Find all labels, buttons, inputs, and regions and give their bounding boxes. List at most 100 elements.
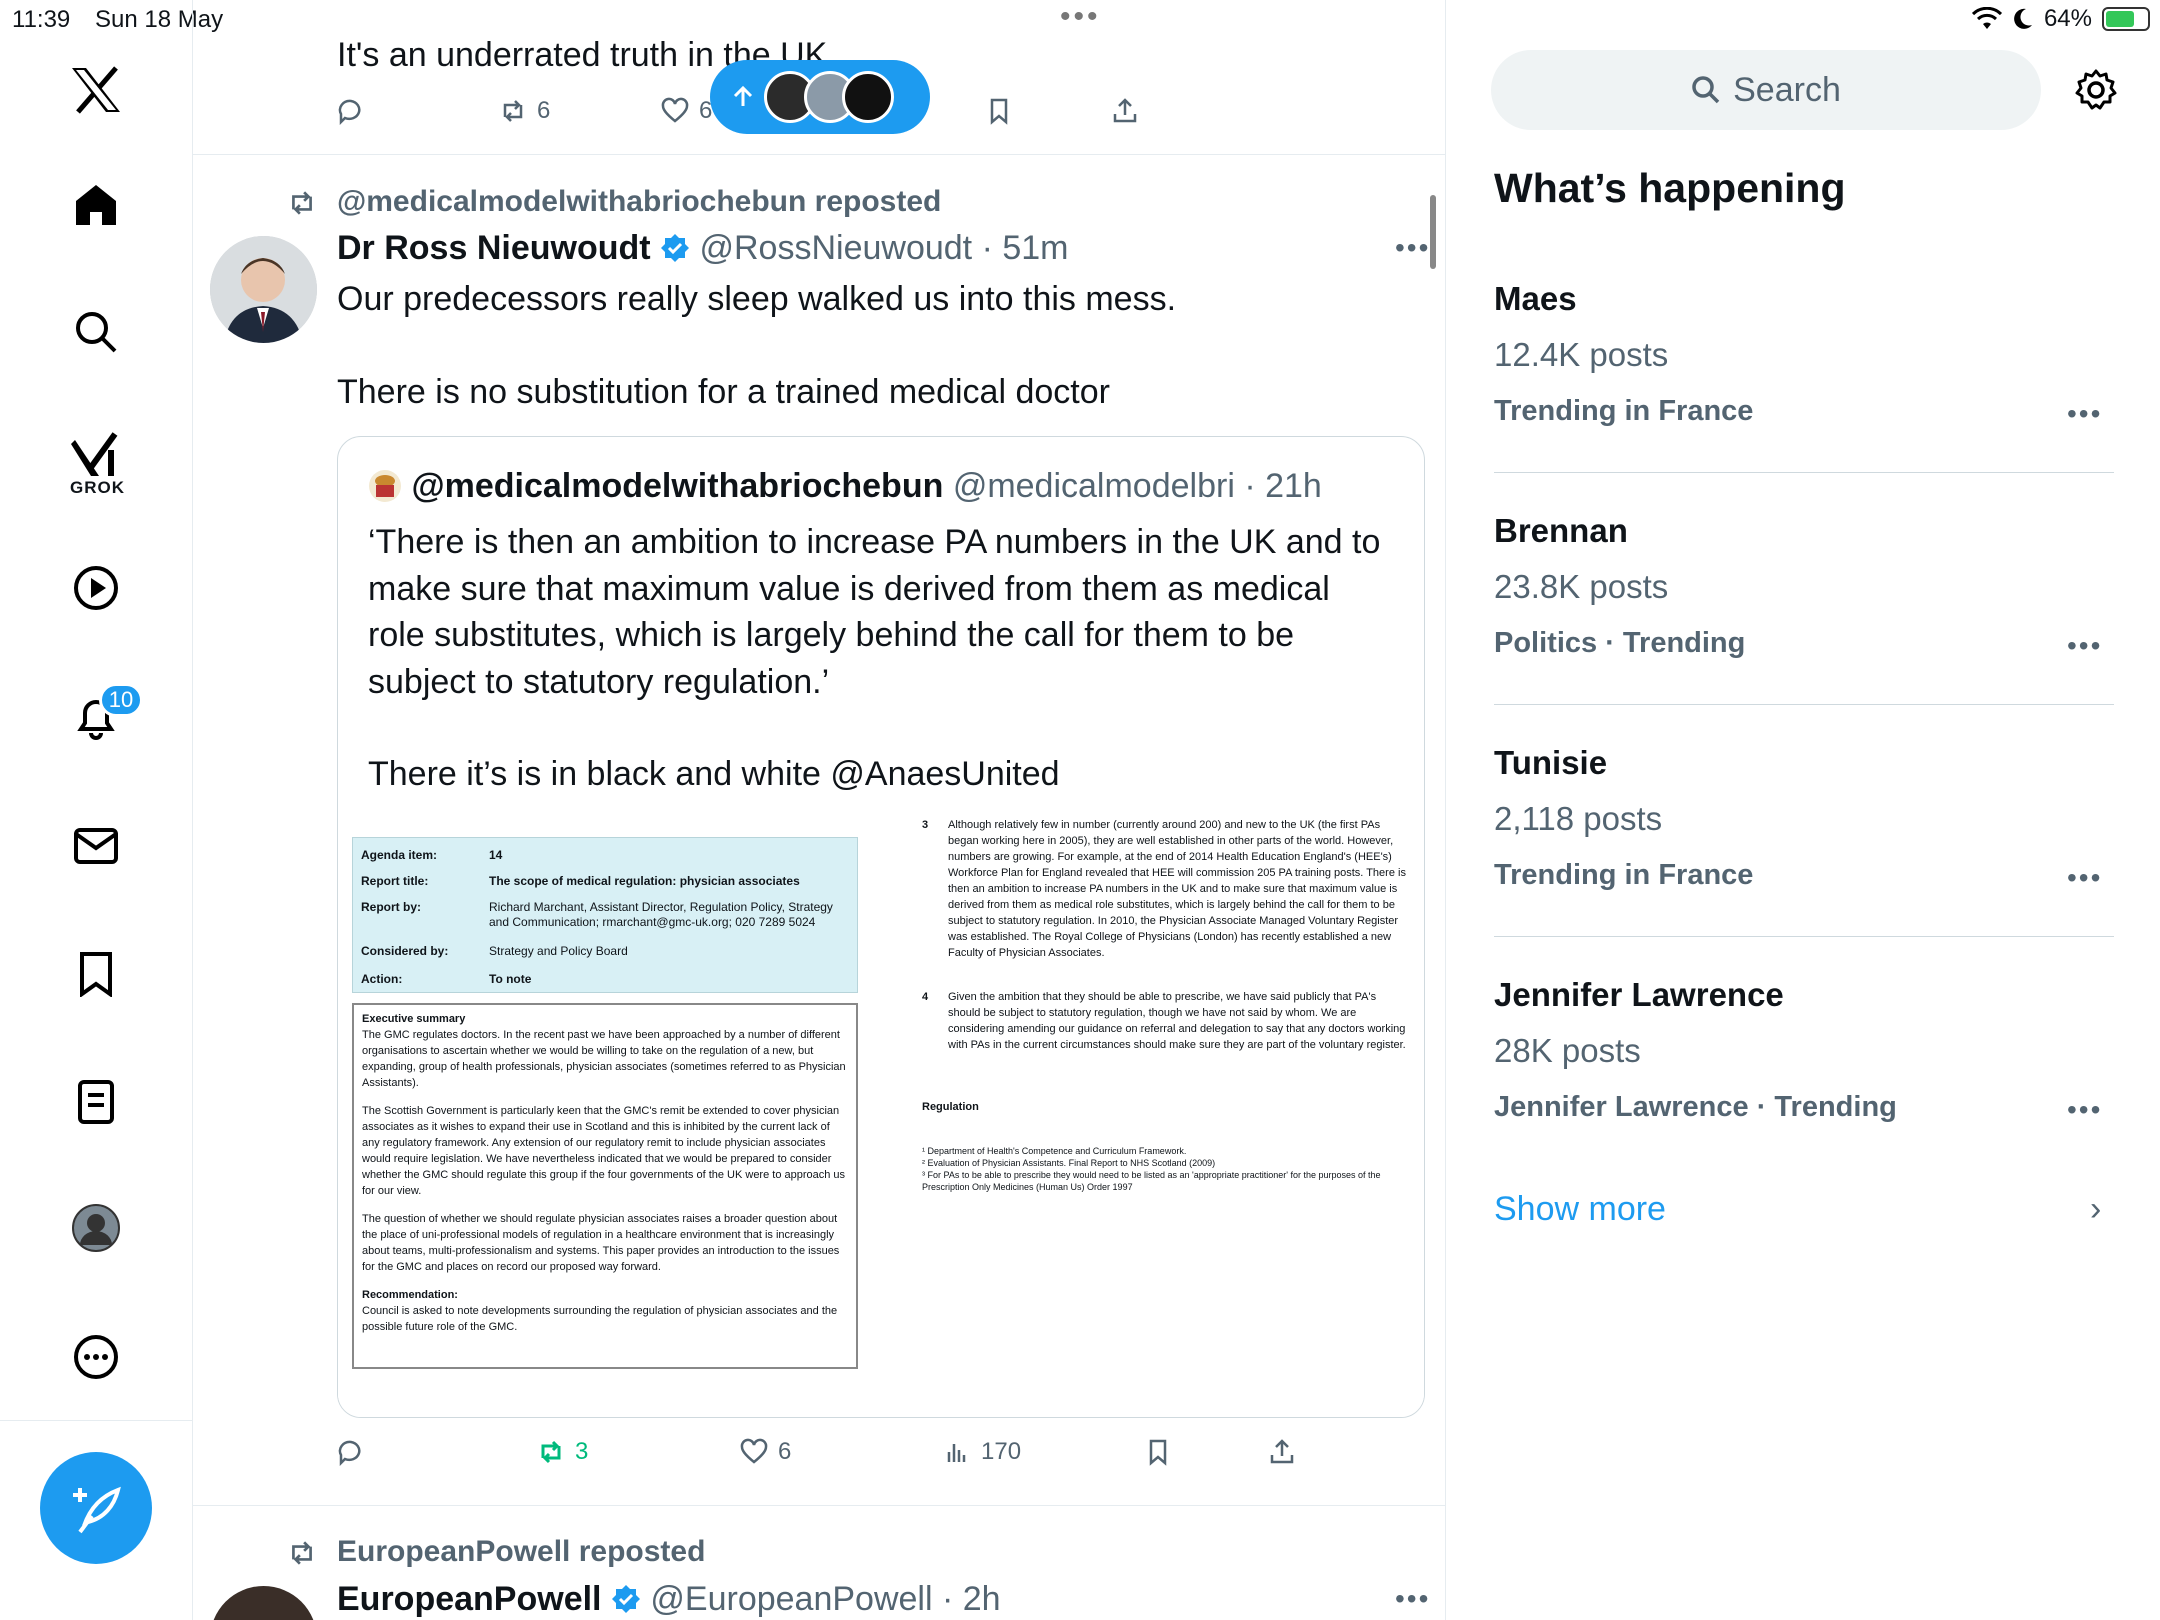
trend-category: Trending in France <box>1494 859 1754 891</box>
quoted-author-avatar <box>369 470 401 502</box>
doc-value: The scope of medical regulation: physici… <box>489 874 800 888</box>
top-reply-button[interactable] <box>337 97 365 125</box>
doc-paragraph: Given the ambition that they should be a… <box>948 991 1406 1051</box>
quoted-time: 21h <box>1265 467 1322 505</box>
trend-name: Tunisie <box>1494 744 1608 781</box>
bookmarks-icon[interactable] <box>66 944 126 1004</box>
next-author-handle[interactable]: @EuropeanPowell <box>650 1580 932 1618</box>
doc-label: Action: <box>361 972 403 986</box>
next-tweet-more-icon[interactable]: ••• <box>1395 1583 1430 1615</box>
tweet-text-line1: Our predecessors really sleep walked us … <box>337 280 1177 318</box>
author-avatar[interactable] <box>210 236 317 343</box>
analytics-bars-icon <box>947 1444 966 1462</box>
repost-icon <box>541 1440 561 1464</box>
trend-more-icon[interactable]: ••• <box>2067 1094 2102 1126</box>
compose-post-button[interactable] <box>40 1452 152 1564</box>
doc-heading: Recommendation: <box>362 1289 458 1301</box>
trend-count: 28K posts <box>1494 1032 1641 1069</box>
trend-more-icon[interactable]: ••• <box>2067 862 2102 894</box>
quoted-text-line: make sure that maximum value is derived … <box>368 570 1330 608</box>
doc-value: To note <box>489 972 532 986</box>
share-icon <box>1113 98 1137 123</box>
moon-icon <box>2014 8 2032 29</box>
document-page-right[interactable]: 3 Although relatively few in number (cur… <box>892 817 1424 1417</box>
like-count: 6 <box>778 1438 792 1465</box>
next-repost-attribution[interactable]: EuropeanPowell reposted <box>337 1535 705 1569</box>
quoted-text-line: subject to statutory regulation.’ <box>368 663 830 701</box>
grok-icon[interactable] <box>66 425 126 485</box>
trend-count: 23.8K posts <box>1494 568 1669 605</box>
trend-more-icon[interactable]: ••• <box>2067 398 2102 430</box>
quoted-author-handle: @medicalmodelbri <box>952 467 1235 505</box>
author-handle[interactable]: @RossNieuwoudt <box>699 229 972 267</box>
home-icon[interactable] <box>66 175 126 235</box>
trend-divider <box>1494 704 2114 705</box>
next-author-avatar[interactable] <box>210 1586 317 1620</box>
doc-label: Report by: <box>361 900 421 914</box>
tweet-more-icon[interactable]: ••• <box>1395 232 1430 264</box>
reposted-icon <box>292 191 312 215</box>
quoted-text-line: ‘There is then an ambition to increase P… <box>368 523 1381 561</box>
doc-label: Report title: <box>361 874 429 888</box>
search-icon[interactable] <box>66 302 126 362</box>
tweet-divider <box>193 154 1445 155</box>
next-author-name[interactable]: EuropeanPowell <box>337 1580 602 1618</box>
grok-label: GROK <box>70 478 125 497</box>
doc-paragraph: The question of whether we should regula… <box>362 1213 840 1273</box>
new-posts-pill-button[interactable] <box>710 60 930 134</box>
scrollbar[interactable] <box>1430 195 1436 269</box>
share-button[interactable] <box>1268 1438 1296 1466</box>
sidebar: GROK 10 <box>0 0 193 1620</box>
top-bookmark-button[interactable] <box>985 97 1013 125</box>
tweet-text-line2: There is no substitution for a trained m… <box>337 373 1110 411</box>
doc-footnote: ² Evaluation of Physician Assistants. Fi… <box>922 1158 1216 1168</box>
doc-label: Agenda item: <box>361 848 438 862</box>
repost-button[interactable]: 3 <box>537 1438 588 1466</box>
repost-attribution[interactable]: @medicalmodelwithabriochebun reposted <box>337 185 941 219</box>
trend-more-icon[interactable]: ••• <box>2067 630 2102 662</box>
tweet-time[interactable]: 51m <box>1002 229 1068 267</box>
author-name[interactable]: Dr Ross Nieuwoudt <box>337 229 651 267</box>
trend-name: Brennan <box>1494 512 1628 549</box>
repost-count: 3 <box>575 1438 589 1465</box>
video-play-icon[interactable] <box>66 558 126 618</box>
reposted-icon <box>292 1541 312 1565</box>
trend-count: 12.4K posts <box>1494 336 1669 373</box>
top-share-button[interactable] <box>1111 97 1139 125</box>
views-count: 170 <box>981 1438 1022 1465</box>
quoted-author-name: @medicalmodelwithabriochebun <box>411 467 944 505</box>
separator-dot: · <box>932 1580 963 1618</box>
show-more-link[interactable]: Show more <box>1494 1190 1666 1229</box>
separator-dot: · <box>972 229 1003 267</box>
doc-heading: Executive summary <box>362 1013 466 1025</box>
messages-envelope-icon[interactable] <box>66 816 126 876</box>
search-input[interactable]: Search <box>1491 50 2041 130</box>
document-header-table: Agenda item: 14 Report title: The scope … <box>352 837 858 993</box>
reply-button[interactable] <box>337 1438 365 1466</box>
quoted-tweet-card[interactable]: @medicalmodelwithabriochebun @medicalmod… <box>337 436 1425 1418</box>
next-tweet-time[interactable]: 2h <box>963 1580 1001 1618</box>
bookmark-button[interactable] <box>1144 1438 1172 1466</box>
more-options-icon[interactable] <box>66 1327 126 1387</box>
doc-paragraph: The Scottish Government is particularly … <box>362 1105 846 1197</box>
wifi-icon <box>1971 7 2002 29</box>
profile-avatar-icon[interactable] <box>66 1198 126 1258</box>
top-repost-button[interactable]: 6 <box>499 97 550 125</box>
timeline: It's an underrated truth in the UK 6 6 @… <box>193 0 1446 1620</box>
trend-count: 2,118 posts <box>1494 800 1663 837</box>
chevron-right-icon[interactable]: › <box>2090 1190 2101 1229</box>
like-button[interactable]: 6 <box>740 1438 791 1466</box>
quoted-text-last-line: There it’s is in black and white @AnaesU… <box>368 755 1060 793</box>
lists-icon[interactable] <box>66 1072 126 1132</box>
top-like-button[interactable]: 6 <box>661 97 712 125</box>
heart-icon <box>740 1438 768 1464</box>
trend-name: Jennifer Lawrence <box>1494 976 1784 1013</box>
settings-gear-icon[interactable] <box>2074 68 2118 112</box>
document-page-left[interactable]: Agenda item: 14 Report title: The scope … <box>338 817 892 1417</box>
tweet-divider <box>193 1505 1445 1506</box>
x-logo-icon[interactable] <box>66 60 126 120</box>
quoted-text-line: role substitutes, which is largely behin… <box>368 616 1295 654</box>
verified-badge-icon <box>661 234 690 262</box>
next-tweet-header: EuropeanPowell @EuropeanPowell · 2h <box>337 1580 1001 1619</box>
views-button[interactable]: 170 <box>943 1438 1021 1466</box>
